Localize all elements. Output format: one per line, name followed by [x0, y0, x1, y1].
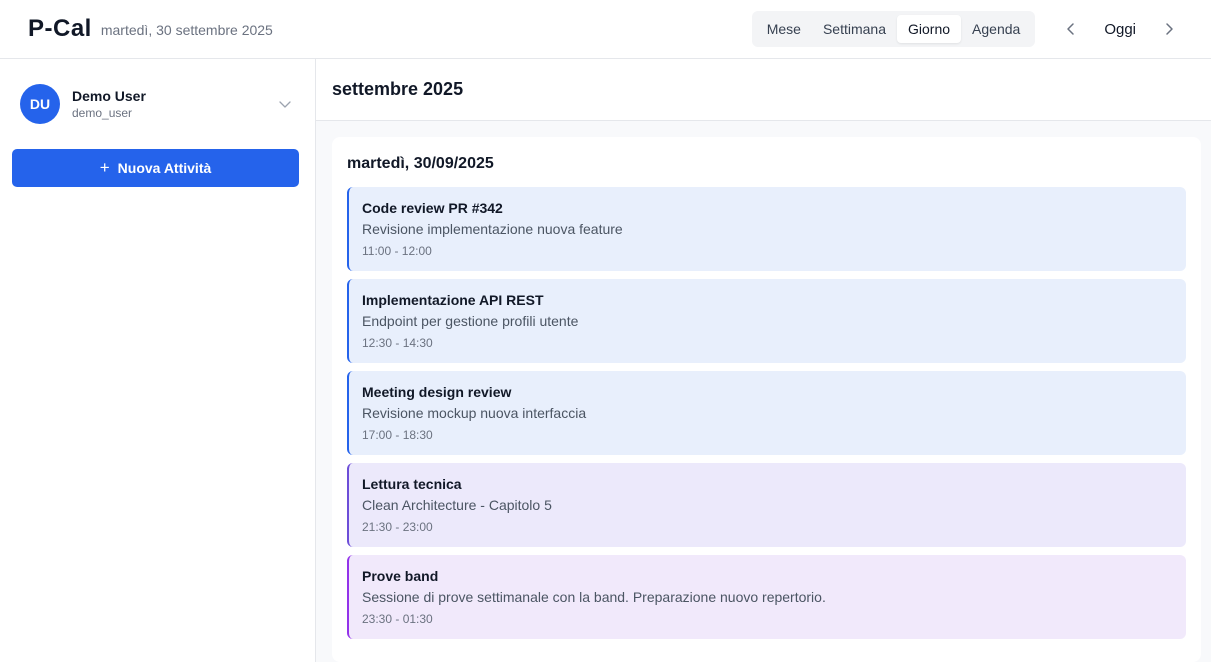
day-view: martedì, 30/09/2025 Code review PR #342 … — [332, 137, 1201, 662]
event-card[interactable]: Meeting design review Revisione mockup n… — [347, 371, 1186, 455]
chevron-down-icon — [279, 101, 291, 108]
event-description: Revisione implementazione nuova feature — [362, 221, 623, 237]
view-week-button[interactable]: Settimana — [812, 15, 897, 43]
user-menu[interactable]: DU Demo User demo_user — [12, 83, 303, 125]
avatar: DU — [20, 84, 60, 124]
user-info: Demo User demo_user — [72, 87, 277, 121]
chevron-right-icon — [1166, 23, 1173, 35]
event-card[interactable]: Implementazione API REST Endpoint per ge… — [347, 279, 1186, 363]
event-title: Implementazione API REST — [362, 292, 544, 308]
event-description: Endpoint per gestione profili utente — [362, 313, 579, 329]
plus-icon: + — [99, 158, 110, 177]
top-bar: P-Cal martedì, 30 settembre 2025 Mese Se… — [0, 0, 1211, 59]
view-agenda-button[interactable]: Agenda — [961, 15, 1031, 43]
content-area: DU Demo User demo_user + Nuova Attività … — [0, 59, 1211, 662]
event-title: Prove band — [362, 568, 439, 584]
date-navigation: Oggi — [1057, 15, 1183, 43]
event-title: Meeting design review — [362, 384, 512, 400]
event-description: Revisione mockup nuova interfaccia — [362, 405, 587, 421]
today-button[interactable]: Oggi — [1085, 21, 1155, 38]
view-switcher: Mese Settimana Giorno Agenda — [751, 11, 1036, 47]
chevron-left-icon — [1067, 23, 1075, 35]
event-title: Code review PR #342 — [362, 200, 503, 216]
event-card[interactable]: Code review PR #342 Revisione implementa… — [347, 187, 1186, 271]
event-title: Lettura tecnica — [362, 476, 462, 492]
day-title: martedì, 30/09/2025 — [347, 155, 494, 172]
event-card[interactable]: Lettura tecnica Clean Architecture - Cap… — [347, 463, 1186, 547]
view-day-button[interactable]: Giorno — [897, 15, 962, 43]
app-root: P-Cal martedì, 30 settembre 2025 Mese Se… — [0, 0, 1211, 662]
sidebar: DU Demo User demo_user + Nuova Attività — [0, 59, 316, 662]
view-month-button[interactable]: Mese — [756, 15, 812, 43]
user-handle: demo_user — [72, 106, 133, 120]
event-time: 12:30 - 14:30 — [362, 336, 433, 350]
current-date: martedì, 30 settembre 2025 — [100, 22, 273, 38]
month-title: settembre 2025 — [316, 59, 1211, 121]
main-panel: settembre 2025 martedì, 30/09/2025 Code … — [316, 59, 1211, 662]
event-description: Sessione di prove settimanale con la ban… — [362, 589, 826, 605]
event-card[interactable]: Prove band Sessione di prove settimanale… — [347, 555, 1186, 639]
new-activity-button[interactable]: + Nuova Attività — [12, 149, 299, 187]
event-description: Clean Architecture - Capitolo 5 — [362, 497, 552, 513]
event-list: Code review PR #342 Revisione implementa… — [347, 187, 1186, 639]
event-time: 23:30 - 01:30 — [362, 612, 433, 626]
event-time: 11:00 - 12:00 — [362, 244, 432, 258]
prev-button[interactable] — [1057, 15, 1085, 43]
event-time: 21:30 - 23:00 — [362, 520, 433, 534]
new-activity-label: Nuova Attività — [117, 160, 212, 176]
next-button[interactable] — [1155, 15, 1183, 43]
event-time: 17:00 - 18:30 — [362, 428, 433, 442]
app-logo[interactable]: P-Cal — [28, 15, 92, 43]
user-name: Demo User — [72, 88, 146, 104]
